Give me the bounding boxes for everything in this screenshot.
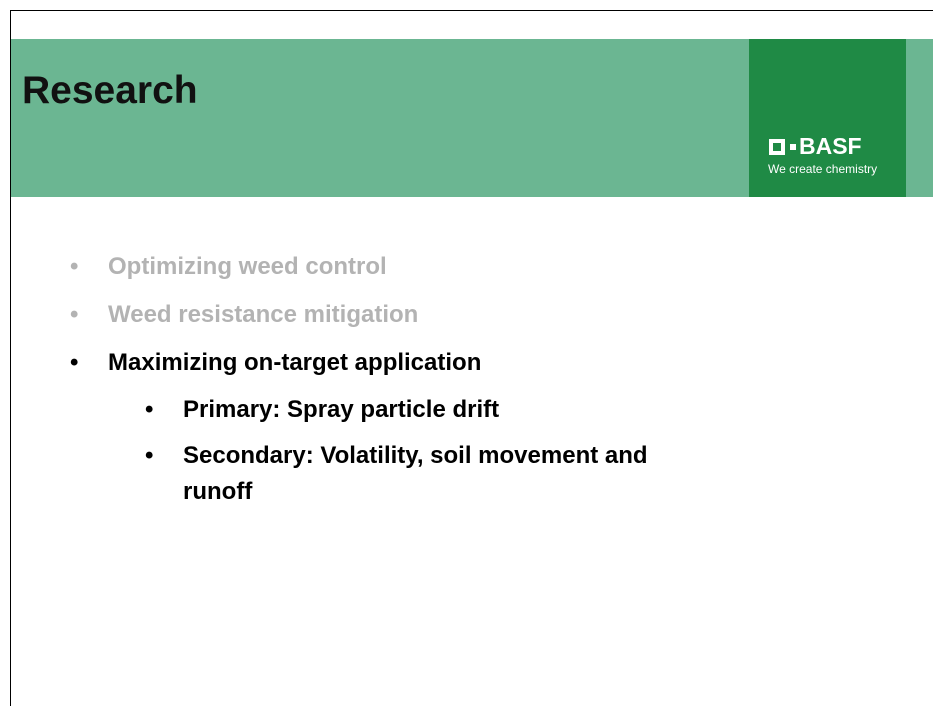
logo-brand-text: BASF [799,133,862,159]
bullet-marker: • [145,442,154,469]
bullet-text: Primary: Spray particle drift [183,396,500,423]
bullet-marker: • [70,349,79,376]
bullet-text-continuation: runoff [183,478,253,505]
bullet-marker: • [145,396,154,423]
slide: Research BASF We create chemistry • Opti… [10,10,933,706]
logo-square-icon [769,138,785,155]
logo-mark: BASF [769,135,862,158]
bullet-text: Secondary: Volatility, soil movement and [183,442,648,469]
basf-logo: BASF We create chemistry [749,39,906,197]
logo-dot-icon [790,143,796,150]
bullet-marker: • [70,301,79,328]
slide-title: Research [22,69,198,112]
logo-tagline: We create chemistry [768,162,878,176]
bullet-text: Weed resistance mitigation [108,301,419,328]
bullet-marker: • [70,253,79,280]
bullet-text: Maximizing on-target application [108,349,482,376]
bullet-text: Optimizing weed control [108,253,387,280]
